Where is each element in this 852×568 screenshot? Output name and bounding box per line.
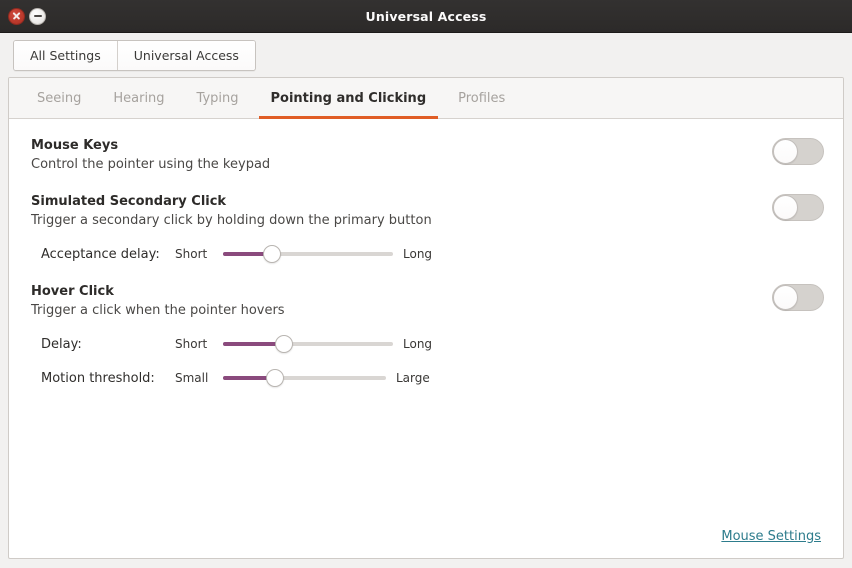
motion-threshold-row: Motion threshold: Small Large <box>31 368 827 388</box>
universal-access-button[interactable]: Universal Access <box>117 40 255 70</box>
section-description: Trigger a click when the pointer hovers <box>31 303 285 318</box>
tab-bar: Seeing Hearing Typing Pointing and Click… <box>9 78 843 119</box>
tab-profiles[interactable]: Profiles <box>442 78 521 118</box>
mouse-keys-toggle[interactable] <box>772 138 824 165</box>
tab-hearing-label: Hearing <box>113 90 165 106</box>
content-panel: Seeing Hearing Typing Pointing and Click… <box>8 77 844 559</box>
tab-seeing-label: Seeing <box>37 90 82 106</box>
section-hover-click: Hover Click Trigger a click when the poi… <box>9 283 843 388</box>
slider-thumb[interactable] <box>275 335 294 353</box>
settings-nav-group: All Settings Universal Access <box>13 39 256 71</box>
window-controls <box>8 7 46 25</box>
section-text: Mouse Keys Control the pointer using the… <box>31 137 772 174</box>
motion-threshold-min-label: Small <box>175 371 209 385</box>
section-title: Simulated Secondary Click <box>31 194 227 209</box>
hover-delay-row: Delay: Short Long <box>31 334 827 354</box>
slider-thumb[interactable] <box>263 245 282 263</box>
section-text: Simulated Secondary Click Trigger a seco… <box>31 193 772 230</box>
toggle-knob <box>773 285 798 310</box>
section-text: Hover Click Trigger a click when the poi… <box>31 283 772 320</box>
hover-delay-max-label: Long <box>403 337 433 351</box>
title-bar: Universal Access <box>0 0 852 33</box>
acceptance-delay-min-label: Short <box>175 247 208 261</box>
universal-access-window: Universal Access All Settings Universal … <box>0 0 852 568</box>
motion-threshold-label: Motion threshold: <box>41 370 155 386</box>
tab-pointing-and-clicking[interactable]: Pointing and Clicking <box>255 78 443 119</box>
all-settings-button[interactable]: All Settings <box>14 40 118 70</box>
hover-delay-slider[interactable] <box>223 334 393 354</box>
tab-hearing[interactable]: Hearing <box>97 78 180 118</box>
acceptance-delay-slider[interactable] <box>223 244 393 264</box>
section-description: Control the pointer using the keypad <box>31 157 271 172</box>
slider-thumb[interactable] <box>266 369 285 387</box>
panel-footer: Mouse Settings <box>9 529 843 558</box>
section-simulated-secondary-click: Simulated Secondary Click Trigger a seco… <box>9 193 843 264</box>
mouse-settings-link[interactable]: Mouse Settings <box>721 529 821 544</box>
tab-pointing-and-clicking-label: Pointing and Clicking <box>270 90 427 106</box>
section-header: Hover Click Trigger a click when the poi… <box>31 283 827 320</box>
hover-click-toggle[interactable] <box>772 284 824 311</box>
close-icon[interactable] <box>8 7 25 25</box>
section-mouse-keys: Mouse Keys Control the pointer using the… <box>9 137 843 174</box>
hover-delay-label: Delay: <box>41 336 82 352</box>
tab-typing-label: Typing <box>196 90 239 106</box>
tab-seeing[interactable]: Seeing <box>21 78 97 118</box>
acceptance-delay-label: Acceptance delay: <box>41 246 160 262</box>
toggle-knob <box>773 139 798 164</box>
section-header: Mouse Keys Control the pointer using the… <box>31 137 827 174</box>
minimize-icon[interactable] <box>29 7 46 25</box>
window-title: Universal Access <box>365 8 487 24</box>
motion-threshold-slider[interactable] <box>223 368 386 388</box>
section-title: Hover Click <box>31 284 114 299</box>
section-description: Trigger a secondary click by holding dow… <box>31 213 432 228</box>
acceptance-delay-max-label: Long <box>403 247 433 261</box>
panel-container: Seeing Hearing Typing Pointing and Click… <box>0 77 852 568</box>
hover-delay-min-label: Short <box>175 337 208 351</box>
motion-threshold-max-label: Large <box>396 371 430 385</box>
tab-profiles-label: Profiles <box>458 90 506 106</box>
settings-body: Mouse Keys Control the pointer using the… <box>9 119 843 558</box>
section-title: Mouse Keys <box>31 138 119 153</box>
toolbar: All Settings Universal Access <box>0 33 852 77</box>
section-header: Simulated Secondary Click Trigger a seco… <box>31 193 827 230</box>
tab-typing[interactable]: Typing <box>181 78 255 118</box>
acceptance-delay-row: Acceptance delay: Short Long <box>31 244 827 264</box>
simulated-secondary-click-toggle[interactable] <box>772 194 824 221</box>
toggle-knob <box>773 195 798 220</box>
